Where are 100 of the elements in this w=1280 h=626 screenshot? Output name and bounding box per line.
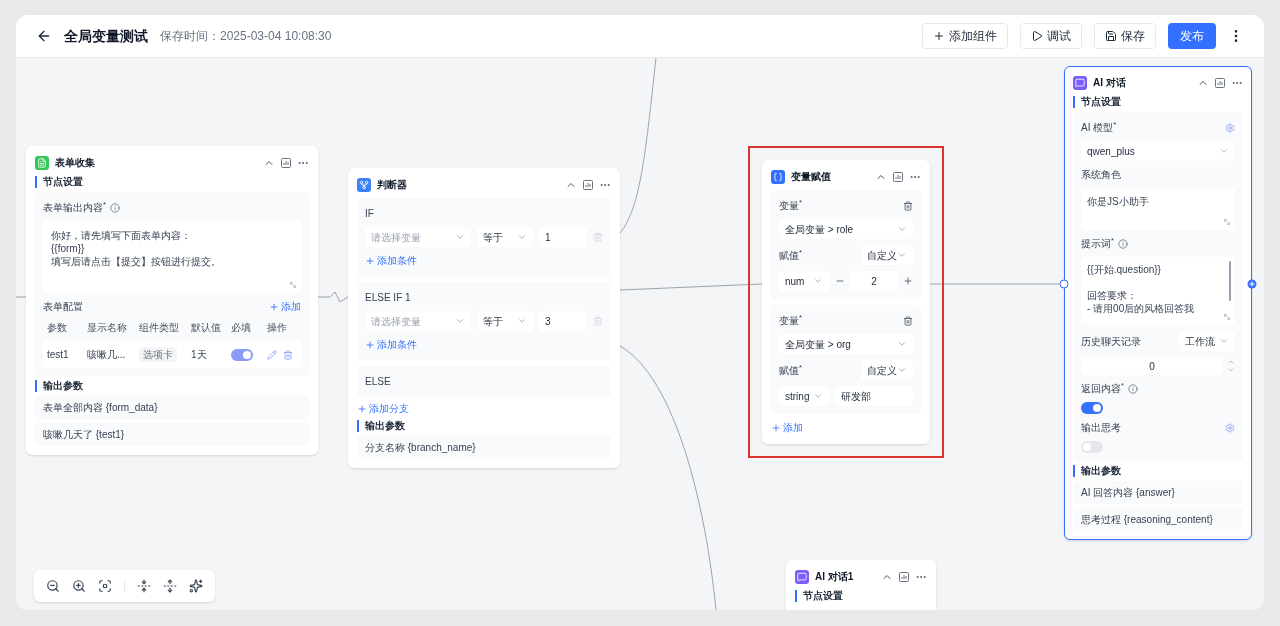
toggle-switch[interactable] [231, 348, 253, 361]
output-parameter: 咳嗽几天了 {test1} [35, 423, 309, 446]
chevron-down-icon [897, 365, 907, 375]
type-select[interactable]: num [779, 271, 829, 291]
output-parameter: 表单全部内容 {form_data} [35, 396, 309, 419]
node-title: 变量赋值 [791, 170, 832, 184]
field-label: 输出思考 [1081, 421, 1121, 435]
chevron-down-icon [897, 339, 907, 349]
increment-icon[interactable] [903, 276, 913, 286]
zoom-in-icon[interactable] [72, 579, 86, 593]
history-select[interactable]: 工作流 [1179, 331, 1235, 351]
node-title: AI 对话 [1093, 76, 1127, 90]
publish-button[interactable]: 发布 [1168, 23, 1216, 49]
prompt-paragraph: 回答要求： - 请用00后的风格回答我 [1087, 289, 1196, 315]
node-card[interactable]: AI 对话 节点设置 AI 模型$^{*}$ qwen_plus 系统角色 你是JS小助手 提示词$^{*}$ {{开始.question}} 回答要求： - 请用00后的风格回答我 历史聊天记录 工作流 0 返回内容$^{*}$ 输出思考 输出参数 AI 回答内容 {answer} 思考过程 {reasoning_content} [1064, 66, 1252, 540]
sparkle-icon[interactable] [189, 579, 203, 593]
chart-icon[interactable] [899, 571, 909, 582]
value-input[interactable]: 1 [539, 227, 587, 247]
field-label: 变量$^{*}$ [779, 313, 802, 328]
table-cell-text: 咳嗽几... [87, 348, 127, 362]
chart-icon[interactable] [281, 157, 291, 168]
toggle-switch[interactable] [1081, 402, 1103, 414]
role-textarea[interactable]: 你是JS小助手 [1081, 188, 1235, 230]
value-input[interactable]: 3 [539, 311, 587, 331]
section-title: 节点设置 [35, 176, 309, 188]
chevron-down-icon [455, 316, 465, 326]
branch-label: IF [365, 207, 375, 221]
source-select[interactable]: 自定义 [861, 360, 913, 380]
textarea-line: {{form}} [51, 242, 86, 255]
plus-icon [269, 301, 279, 312]
model-select[interactable]: qwen_plus [1081, 141, 1235, 161]
textarea-line: 你好，请先填写下面表单内容： [51, 229, 192, 242]
textarea-line: 填写后请点击【提交】按钮进行提交。 [51, 255, 222, 268]
plus-icon [365, 255, 375, 266]
section-title: 节点设置 [1073, 96, 1243, 108]
column-header: 参数 [47, 321, 68, 335]
toggle-switch[interactable] [1081, 441, 1103, 453]
table-cell-text: test1 [47, 348, 70, 362]
node-card[interactable]: 判断器 IF 请选择变量 等于 1 添加条件 ELSE IF 1 请选择变量 等于 3 添加条件 ELSE 添加分支 输出参数 分支名称 {branch_name} [348, 168, 620, 468]
node-card[interactable]: 表单收集 节点设置 表单输出内容$^{*}$ 你好，请先填写下面表单内容： {{form}} 填写后请点击【提交】按钮进行提交。 表单配置 添加 参数 显示名称 组件类型 默认值 必填 操作 test1 咳嗽几... 选项卡 1天 输出参数 表单全部内容 {form_data} 咳嗽几天了 {test1} [26, 146, 318, 455]
table-cell-text: 1天 [191, 348, 208, 362]
node-card[interactable]: 变量赋值 变量$^{*}$ 全局变量 > role 赋值$^{*}$ 自定义 num 2 变量$^{*}$ 全局变量 > org 赋值$^{*}$ 自定义 string 研发部 添加 [762, 160, 930, 444]
add-link[interactable]: 添加 [269, 299, 301, 314]
value-input[interactable]: 研发部 [835, 386, 913, 406]
add-link[interactable]: 添加条件 [365, 337, 603, 352]
prompt-paragraph: {{开始.question}} [1087, 263, 1162, 276]
add-link[interactable]: 添加分支 [357, 401, 409, 416]
content-textarea[interactable]: 你好，请先填写下面表单内容： {{form}} 填写后请点击【提交】按钮进行提交。 [43, 221, 301, 293]
chevron-down-icon [517, 316, 527, 326]
column-header: 默认值 [191, 321, 222, 335]
column-header: 显示名称 [87, 321, 128, 335]
info-icon [1117, 238, 1128, 249]
branch-label: ELSE [365, 375, 392, 389]
node-card[interactable]: AI 对话1 节点设置 [786, 560, 936, 610]
fit-view-icon[interactable] [98, 579, 112, 593]
add-link[interactable]: 添加条件 [365, 253, 603, 268]
page-title: 全局变量测试 [64, 26, 148, 46]
field-label: 表单输出内容$^{*}$ [43, 200, 106, 215]
debug-button[interactable]: 调试 [1020, 23, 1082, 49]
field-label: AI 模型$^{*}$ [1081, 120, 1117, 135]
output-parameter: AI 回答内容 {answer} [1073, 481, 1243, 504]
zoom-out-icon[interactable] [46, 579, 60, 593]
chart-icon[interactable] [893, 171, 903, 182]
save-button[interactable]: 保存 [1094, 23, 1156, 49]
connector-line [317, 291, 349, 303]
info-icon [109, 202, 120, 213]
field-label: 变量$^{*}$ [779, 198, 802, 213]
prompt-textarea[interactable]: {{开始.question}} 回答要求： - 请用00后的风格回答我 [1081, 257, 1235, 325]
branch-icon [357, 177, 371, 192]
debug-icon [1031, 30, 1043, 42]
field-label: 历史聊天记录 [1081, 334, 1141, 349]
add-button[interactable]: 添加组件 [922, 23, 1008, 49]
connector-line [16, 296, 27, 298]
braces-icon [771, 169, 785, 184]
branch-label: ELSE IF 1 [365, 291, 412, 305]
chevron-down-icon [1219, 146, 1229, 156]
number-input[interactable]: 2 [849, 271, 899, 291]
chevron-down-icon [517, 232, 527, 242]
add-link[interactable]: 添加 [771, 420, 803, 435]
back-icon[interactable] [36, 28, 52, 44]
expand-all-icon[interactable] [163, 579, 177, 593]
operator-select[interactable]: 等于 [477, 311, 533, 331]
add-icon [933, 30, 945, 42]
type-select[interactable]: string [779, 386, 829, 406]
source-select[interactable]: 自定义 [861, 245, 913, 265]
number-input[interactable]: 0 [1081, 357, 1223, 375]
chart-icon[interactable] [1215, 77, 1225, 88]
collapse-all-icon[interactable] [137, 579, 151, 593]
chart-icon[interactable] [583, 179, 593, 190]
field-label: 表单配置 [43, 300, 83, 314]
delete-icon[interactable] [903, 315, 913, 326]
delete-icon[interactable] [903, 200, 913, 211]
variable-select[interactable]: 全局变量 > role [779, 219, 913, 239]
operator-select[interactable]: 等于 [477, 227, 533, 247]
chevron-down-icon [897, 224, 907, 234]
variable-select[interactable]: 全局变量 > org [779, 334, 913, 354]
column-header: 操作 [267, 321, 288, 335]
chevron-down-icon [897, 250, 907, 260]
column-header: 组件类型 [139, 321, 180, 335]
field-label: 赋值$^{*}$ [779, 247, 802, 263]
